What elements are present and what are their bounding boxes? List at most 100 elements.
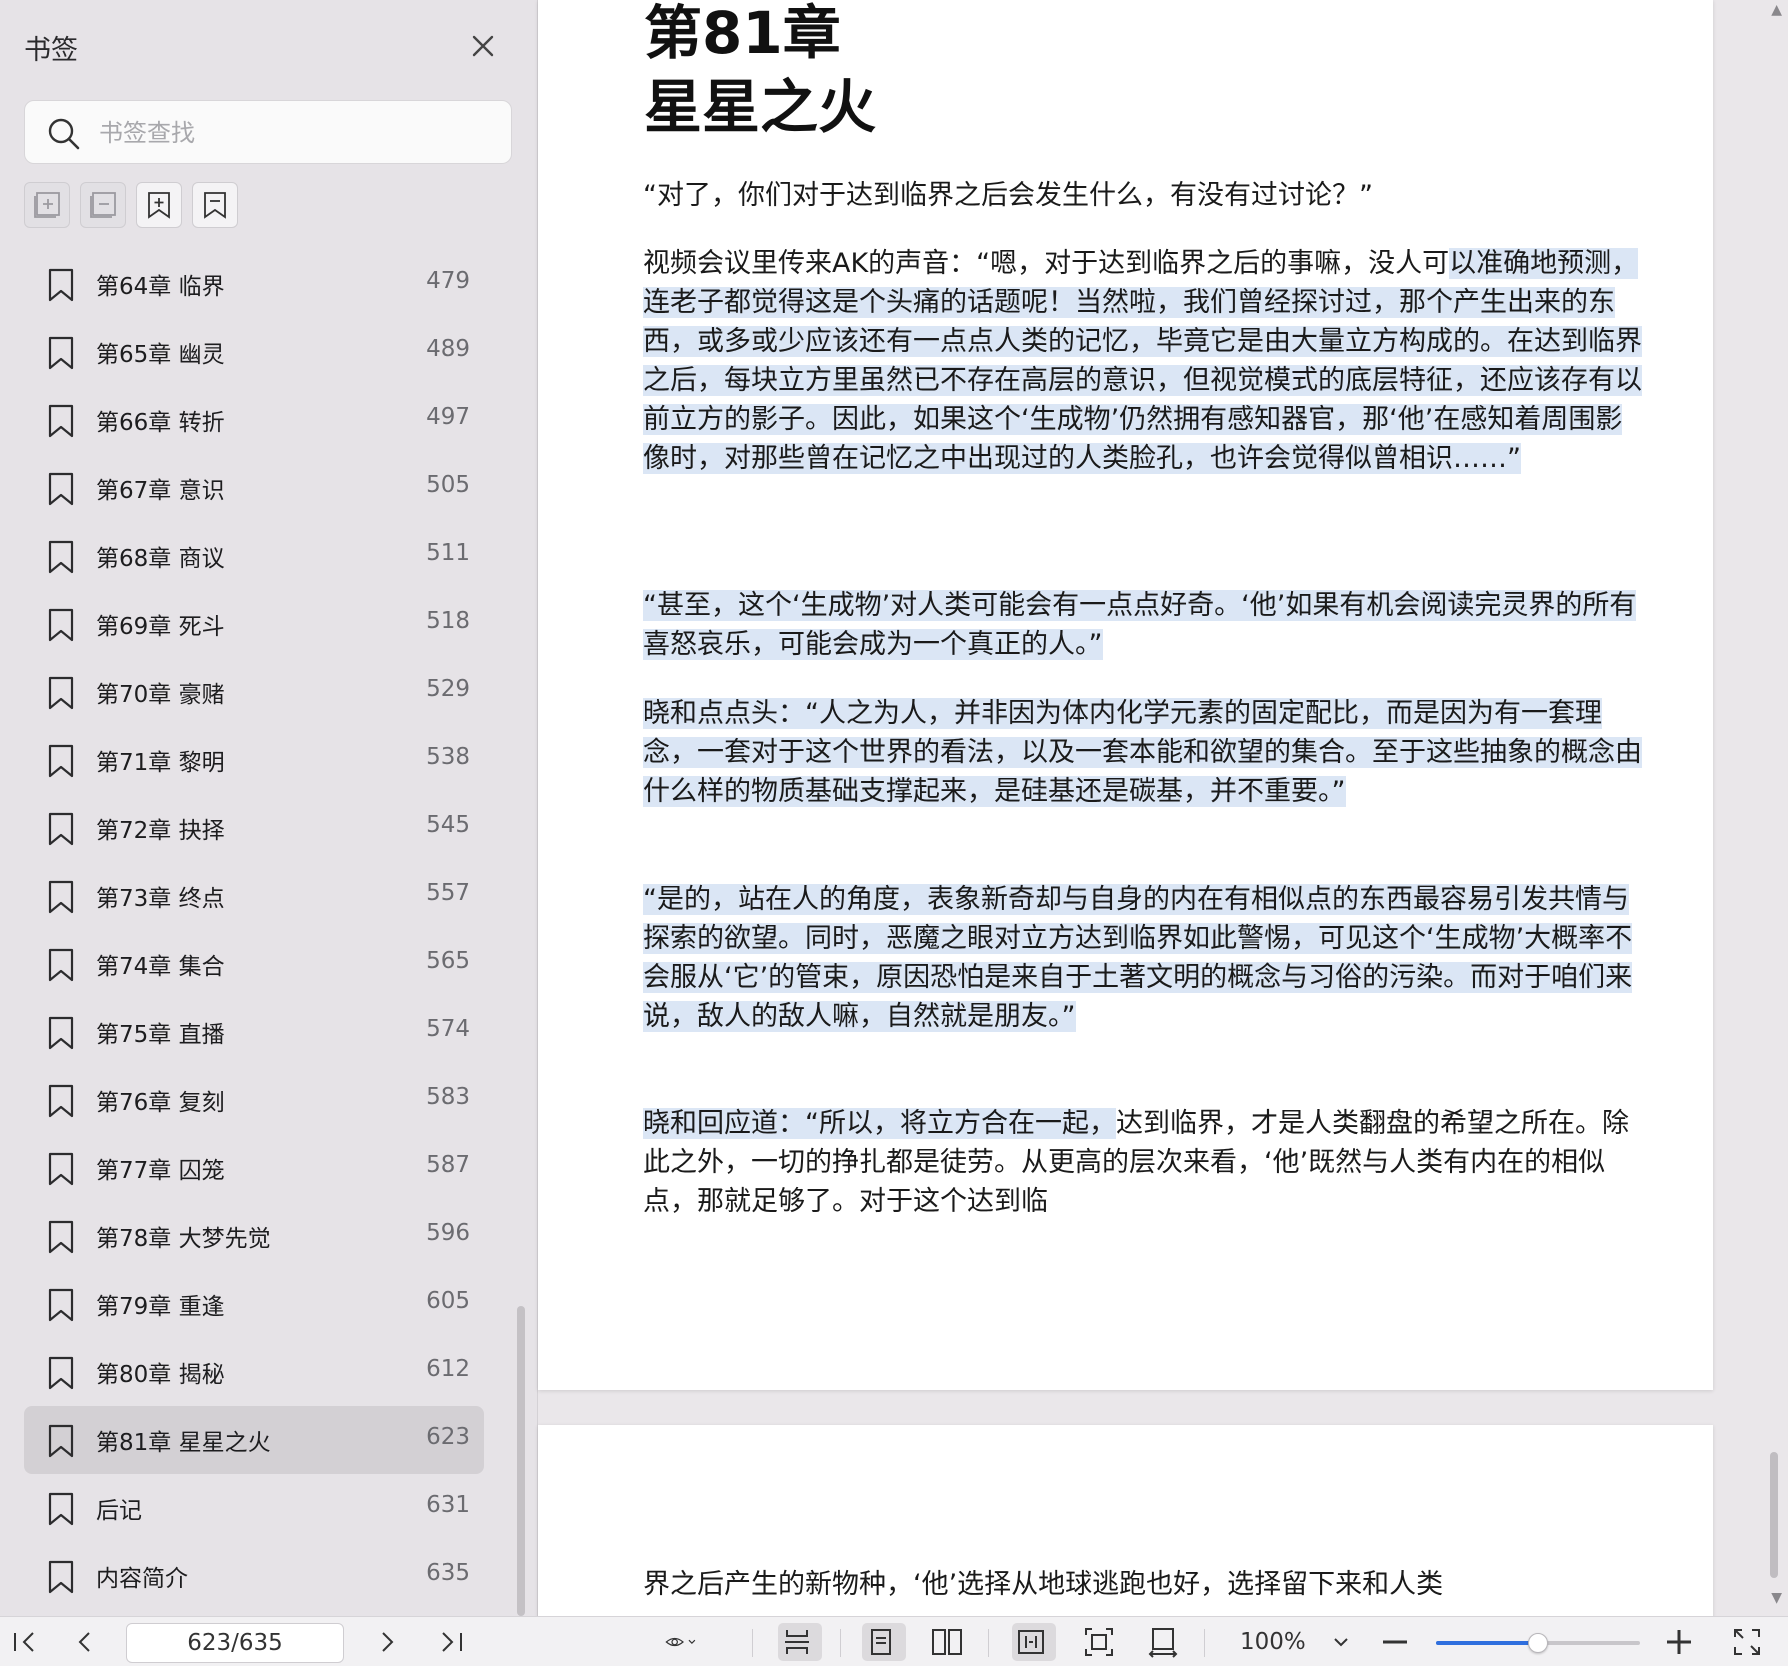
add-bookmark-button[interactable] (136, 182, 182, 228)
bookmark-item[interactable]: 第75章 直播 574 (24, 998, 484, 1066)
first-page-button[interactable] (6, 1623, 44, 1661)
bookmark-item[interactable]: 第66章 转折 497 (24, 386, 484, 454)
bookmark-icon (46, 1287, 76, 1323)
bookmark-item[interactable]: 第77章 囚笼 587 (24, 1134, 484, 1202)
bookmark-label: 第69章 死斗 (96, 614, 225, 640)
bookmark-icon (46, 1559, 76, 1595)
bookmark-sidebar: 书签 第64章 临界 479 第65章 幽灵 489 第66章 转折 497 第67章 意识… (0, 0, 538, 1616)
scroll-down-arrow-icon[interactable]: ▼ (1771, 1590, 1782, 1606)
zoom-in-button[interactable] (1660, 1623, 1698, 1661)
two-page-button[interactable] (928, 1623, 966, 1661)
zoom-dropdown-button[interactable] (1322, 1623, 1360, 1661)
highlighted-text: “是的，站在人的角度，表象新奇却与自身的内在有相似点的东西最容易引发共情与探索的… (643, 884, 1633, 1032)
bookmark-icon (46, 1355, 76, 1391)
bookmark-item[interactable]: 第78章 大梦先觉 596 (24, 1202, 484, 1270)
bookmark-item[interactable]: 第72章 抉择 545 (24, 794, 484, 862)
add-bookmark-icon (148, 192, 170, 219)
bookmark-item[interactable]: 第79章 重逢 605 (24, 1270, 484, 1338)
bookmark-icon (46, 403, 76, 439)
zoom-out-button[interactable] (1376, 1623, 1414, 1661)
bookmark-page-number: 538 (426, 744, 470, 770)
paragraph-text: 视频会议里传来AK的声音：“嗯，对于达到临界之后的事嘛，没人可 (643, 248, 1450, 279)
bookmark-label: 第64章 临界 (96, 274, 225, 300)
bookmark-label: 第67章 意识 (96, 478, 225, 504)
paragraph: “对了，你们对于达到临界之后会发生什么，有没有过讨论？” (643, 180, 1373, 211)
bookmark-label: 第76章 复刻 (96, 1090, 225, 1116)
page-rotate-icon (1148, 1628, 1178, 1658)
bookmark-icon (46, 607, 76, 643)
bookmark-label: 内容简介 (96, 1566, 188, 1592)
bookmark-label: 第78章 大梦先觉 (96, 1226, 271, 1252)
previous-page-button[interactable] (66, 1623, 104, 1661)
collapse-all-button[interactable] (80, 182, 126, 228)
bookmark-item[interactable]: 第81章 星星之火 623 (24, 1406, 484, 1474)
bookmark-item[interactable]: 第74章 集合 565 (24, 930, 484, 998)
expand-all-icon (34, 192, 60, 218)
fit-width-button[interactable] (1012, 1623, 1056, 1661)
bookmark-icon (46, 947, 76, 983)
minus-icon (1383, 1640, 1407, 1644)
bookmark-item[interactable]: 第68章 商议 511 (24, 522, 484, 590)
bookmark-item[interactable]: 第80章 揭秘 612 (24, 1338, 484, 1406)
bookmark-outline-icon (204, 192, 226, 219)
fit-width-icon (1018, 1630, 1044, 1654)
paragraph: 晓和回应道：“所以，将立方合在一起，达到临界，才是人类翻盘的希望之所在。除此之外… (643, 1104, 1643, 1221)
bookmark-label: 第73章 终点 (96, 886, 225, 912)
bookmark-toggle-button[interactable] (192, 182, 238, 228)
bookmark-search (24, 100, 512, 164)
single-page-button[interactable] (862, 1623, 906, 1661)
paragraph: 视频会议里传来AK的声音：“嗯，对于达到临界之后的事嘛，没人可以准确地预测，连老… (643, 244, 1643, 478)
bottom-toolbar: 100% (0, 1616, 1788, 1666)
close-icon[interactable] (465, 28, 501, 64)
sidebar-title: 书签 (24, 35, 78, 66)
bookmark-page-number: 529 (426, 676, 470, 702)
bookmark-item[interactable]: 第64章 临界 479 (24, 250, 484, 318)
highlighted-text: “甚至，这个‘生成物’对人类可能会有一点点好奇。‘他’如果有机会阅读完灵界的所有… (643, 590, 1637, 660)
rotate-page-button[interactable] (1144, 1623, 1182, 1661)
bookmark-page-number: 479 (426, 268, 470, 294)
fit-page-button[interactable] (1080, 1623, 1118, 1661)
bookmark-item[interactable]: 第71章 黎明 538 (24, 726, 484, 794)
bookmark-item[interactable]: 第65章 幽灵 489 (24, 318, 484, 386)
paragraph: “甚至，这个‘生成物’对人类可能会有一点点好奇。‘他’如果有机会阅读完灵界的所有… (643, 586, 1643, 664)
bookmark-item[interactable]: 第76章 复刻 583 (24, 1066, 484, 1134)
zoom-level[interactable]: 100% (1240, 1629, 1306, 1655)
bookmark-label: 第70章 豪赌 (96, 682, 225, 708)
last-page-button[interactable] (432, 1623, 470, 1661)
bookmark-item[interactable]: 内容简介 635 (24, 1542, 484, 1610)
last-page-icon (442, 1632, 462, 1652)
bookmark-icon (46, 1491, 76, 1527)
bookmark-label: 第80章 揭秘 (96, 1362, 225, 1388)
chevron-right-icon (382, 1632, 394, 1652)
page-number-box (126, 1623, 344, 1663)
bookmark-item[interactable]: 第69章 死斗 518 (24, 590, 484, 658)
bookmark-item[interactable]: 后记 631 (24, 1474, 484, 1542)
view-mode-dropdown[interactable] (664, 1623, 728, 1661)
continuous-scroll-button[interactable] (778, 1623, 822, 1661)
bookmark-item[interactable]: 第67章 意识 505 (24, 454, 484, 522)
bookmark-icon (46, 267, 76, 303)
bookmark-search-input[interactable] (99, 111, 489, 155)
page-number-input[interactable] (127, 1624, 343, 1662)
scroll-up-arrow-icon[interactable]: ▲ (1771, 2, 1782, 18)
bookmark-icon (46, 1083, 76, 1119)
zoom-slider-thumb[interactable] (1528, 1633, 1548, 1653)
paragraph: 晓和点点头：“人之为人，并非因为体内化学元素的固定配比，而是因为有一套理念，一套… (643, 694, 1643, 811)
single-page-icon (871, 1629, 891, 1655)
two-page-icon (932, 1629, 962, 1655)
bookmark-label: 第68章 商议 (96, 546, 225, 572)
bookmark-item[interactable]: 第73章 终点 557 (24, 862, 484, 930)
document-scrollbar[interactable] (1770, 1452, 1778, 1578)
bookmark-item[interactable]: 第70章 豪赌 529 (24, 658, 484, 726)
next-page-button[interactable] (368, 1623, 406, 1661)
sidebar-scrollbar[interactable] (517, 1306, 525, 1616)
bookmark-page-number: 635 (426, 1560, 470, 1586)
zoom-slider[interactable] (1436, 1633, 1640, 1653)
fullscreen-button[interactable] (1728, 1623, 1766, 1661)
separator (840, 1629, 841, 1657)
bookmark-icon (46, 1015, 76, 1051)
bookmark-label: 第66章 转折 (96, 410, 225, 436)
expand-all-button[interactable] (24, 182, 70, 228)
bookmark-page-number: 505 (426, 472, 470, 498)
document-page-next: 界之后产生的新物种，‘他’选择从地球逃跑也好，选择留下来和人类 (538, 1425, 1713, 1625)
